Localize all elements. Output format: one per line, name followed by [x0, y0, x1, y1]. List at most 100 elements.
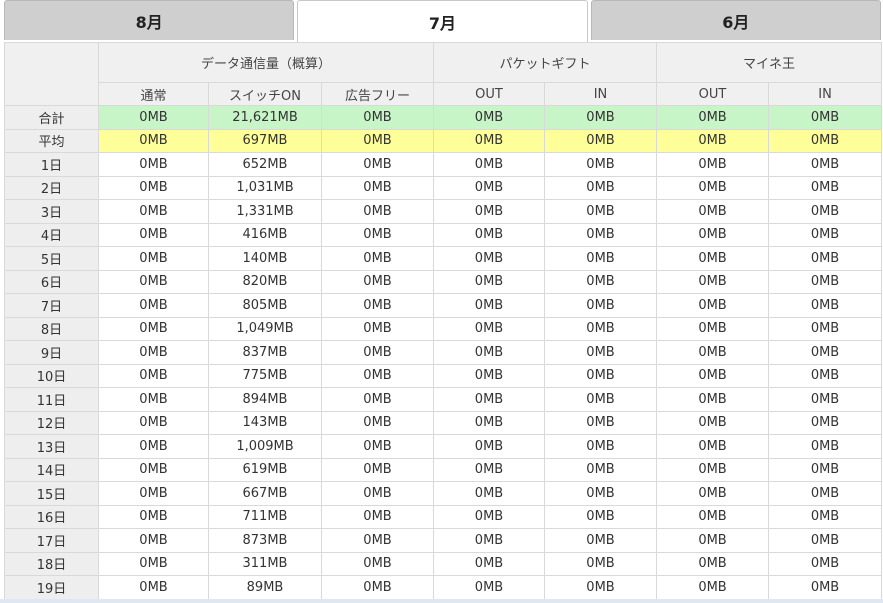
usage-cell: 0MB [321, 175, 434, 200]
row-label: 2日 [4, 175, 99, 200]
usage-cell: 0MB [98, 551, 209, 576]
group-header-2: パケットギフト [432, 42, 658, 83]
tab-month-1[interactable]: 8月 [4, 0, 295, 40]
usage-cell: 0MB [768, 504, 883, 529]
table-row: 19日 0MB 89MB 0MB 0MB 0MB 0MB 0MB [4, 575, 883, 600]
usage-cell: 820MB [208, 269, 322, 294]
usage-cell: 0MB [321, 340, 434, 365]
row-label: 1日 [4, 152, 99, 177]
table-row: 15日 0MB 667MB 0MB 0MB 0MB 0MB 0MB [4, 481, 883, 506]
row-label: 18日 [4, 551, 99, 576]
row-label: 15日 [4, 481, 99, 506]
usage-cell: 0MB [768, 457, 883, 482]
usage-cell: 0MB [433, 152, 545, 177]
table-row: 13日 0MB 1,009MB 0MB 0MB 0MB 0MB 0MB [4, 434, 883, 459]
usage-cell: 0MB [433, 457, 545, 482]
usage-cell: 0MB [656, 363, 770, 388]
usage-cell: 0MB [433, 575, 545, 600]
row-label: 8日 [4, 316, 99, 341]
usage-cell: 0MB [321, 363, 434, 388]
column-header-row: 通常 スイッチON 広告フリー OUT IN OUT IN [5, 82, 883, 106]
row-label: 16日 [4, 504, 99, 529]
row-label: 4日 [4, 222, 99, 247]
usage-cell: 0MB [543, 575, 658, 600]
usage-cell: 0MB [656, 457, 770, 482]
usage-cell: 0MB [768, 363, 883, 388]
month-tabs: 8月 7月 6月 [4, 0, 881, 42]
usage-cell: 0MB [98, 410, 209, 435]
usage-cell: 0MB [433, 269, 545, 294]
row-label: 11日 [4, 387, 99, 412]
average-row: 平均 0MB 697MB 0MB 0MB 0MB 0MB 0MB [4, 128, 883, 153]
group-header-3: マイネ王 [656, 42, 883, 83]
row-label: 10日 [4, 363, 99, 388]
usage-cell: 0MB [433, 551, 545, 576]
usage-cell: 0MB [433, 481, 545, 506]
usage-cell: 0MB [768, 246, 883, 271]
usage-cell: 0MB [321, 410, 434, 435]
usage-cell: 0MB [768, 316, 883, 341]
usage-cell: 0MB [321, 199, 434, 224]
usage-cell: 0MB [543, 434, 658, 459]
usage-cell: 0MB [98, 575, 209, 600]
usage-cell: 0MB [321, 105, 434, 130]
usage-cell: 619MB [208, 457, 322, 482]
column-header-5: IN [543, 82, 658, 106]
usage-cell: 0MB [98, 340, 209, 365]
usage-cell: 0MB [433, 128, 545, 153]
usage-cell: 0MB [433, 246, 545, 271]
table-row: 1日 0MB 652MB 0MB 0MB 0MB 0MB 0MB [4, 152, 883, 177]
column-header-2: スイッチON [208, 82, 322, 106]
usage-cell: 0MB [543, 481, 658, 506]
usage-cell: 0MB [98, 387, 209, 412]
column-header-3: 広告フリー [321, 82, 434, 106]
usage-cell: 416MB [208, 222, 322, 247]
usage-cell: 0MB [433, 528, 545, 553]
table-row: 11日 0MB 894MB 0MB 0MB 0MB 0MB 0MB [4, 387, 883, 412]
usage-cell: 0MB [543, 340, 658, 365]
usage-page: 8月 7月 6月 データ通信量（概算） パケットギフト マイネ王 通常 スイッチON 広告フ… [0, 0, 883, 603]
usage-cell: 873MB [208, 528, 322, 553]
table-row: 8日 0MB 1,049MB 0MB 0MB 0MB 0MB 0MB [4, 316, 883, 341]
group-header-1: データ通信量（概算） [98, 42, 434, 83]
usage-cell: 0MB [543, 363, 658, 388]
usage-cell: 0MB [98, 457, 209, 482]
usage-cell: 1,009MB [208, 434, 322, 459]
usage-cell: 0MB [768, 175, 883, 200]
row-label: 5日 [4, 246, 99, 271]
usage-cell: 0MB [543, 316, 658, 341]
tab-month-3[interactable]: 6月 [590, 0, 881, 40]
usage-cell: 0MB [656, 293, 770, 318]
usage-cell: 0MB [98, 152, 209, 177]
row-label: 19日 [4, 575, 99, 600]
usage-cell: 0MB [321, 222, 434, 247]
row-label: 7日 [4, 293, 99, 318]
usage-cell: 0MB [656, 199, 770, 224]
total-row: 合計 0MB 21,621MB 0MB 0MB 0MB 0MB 0MB [4, 105, 883, 130]
usage-cell: 0MB [768, 410, 883, 435]
row-label: 12日 [4, 410, 99, 435]
usage-cell: 0MB [433, 199, 545, 224]
usage-cell: 0MB [98, 128, 209, 153]
column-header-6: OUT [656, 82, 770, 106]
usage-cell: 0MB [433, 222, 545, 247]
usage-cell: 143MB [208, 410, 322, 435]
usage-cell: 0MB [321, 528, 434, 553]
usage-cell: 0MB [656, 222, 770, 247]
table-row: 16日 0MB 711MB 0MB 0MB 0MB 0MB 0MB [4, 504, 883, 529]
row-label: 9日 [4, 340, 99, 365]
bottom-scroll-edge [0, 599, 883, 603]
usage-cell: 894MB [208, 387, 322, 412]
usage-cell: 0MB [98, 504, 209, 529]
usage-cell: 0MB [656, 269, 770, 294]
usage-cell: 697MB [208, 128, 322, 153]
tab-month-2[interactable]: 7月 [297, 0, 588, 42]
table-row: 17日 0MB 873MB 0MB 0MB 0MB 0MB 0MB [4, 528, 883, 553]
usage-cell: 0MB [543, 387, 658, 412]
usage-table-body: 合計 0MB 21,621MB 0MB 0MB 0MB 0MB 0MB 平均 0MB 697MB 0M… [4, 105, 883, 600]
row-label: 14日 [4, 457, 99, 482]
table-row: 9日 0MB 837MB 0MB 0MB 0MB 0MB 0MB [4, 340, 883, 365]
usage-cell: 0MB [768, 575, 883, 600]
usage-cell: 0MB [98, 363, 209, 388]
usage-cell: 0MB [768, 199, 883, 224]
